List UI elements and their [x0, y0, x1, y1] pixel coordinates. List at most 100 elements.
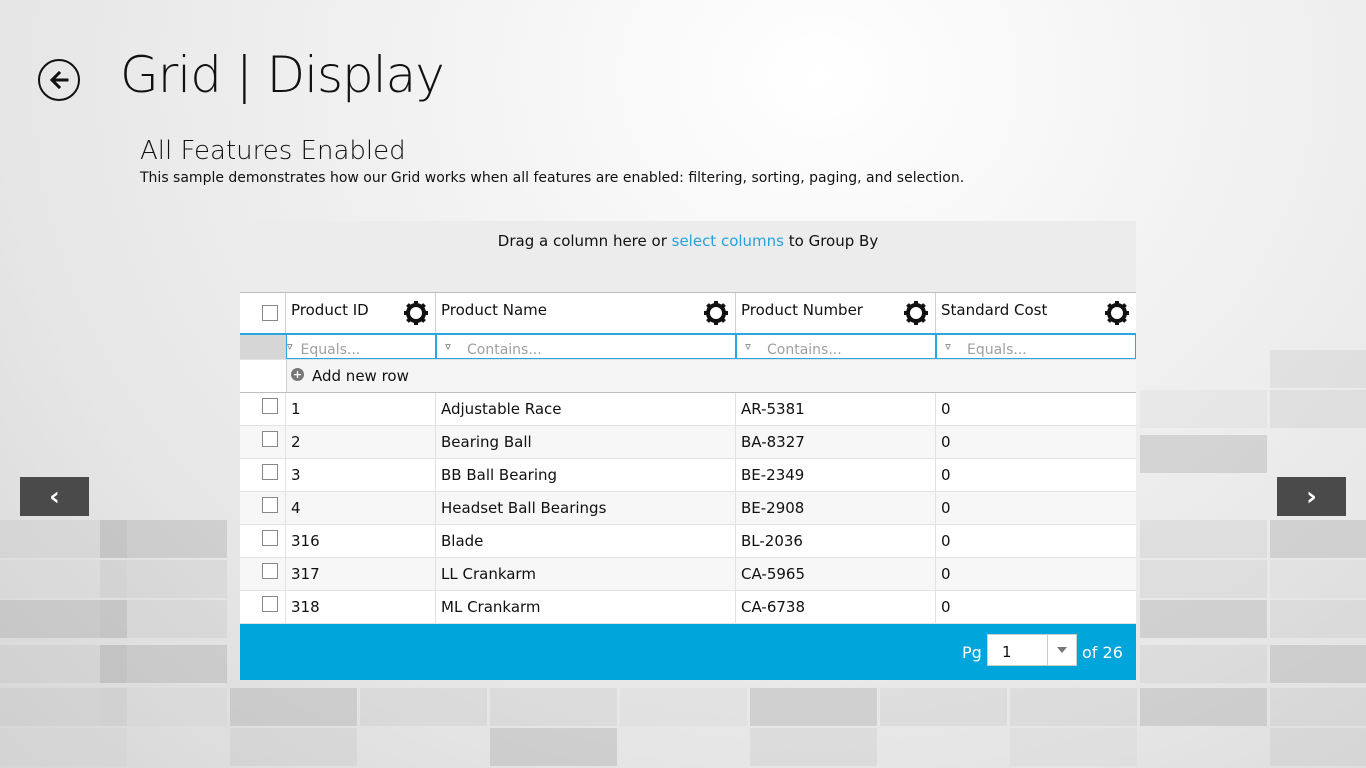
group-by-panel[interactable]: Drag a column here or select columns to … [240, 221, 1136, 293]
page-select[interactable]: 1 [987, 634, 1077, 666]
cell-product-number[interactable]: BE-2908 [736, 492, 936, 524]
cell-product-name[interactable]: Blade [436, 525, 736, 557]
filter-input-product-id[interactable] [292, 341, 451, 358]
row-checkbox[interactable] [262, 563, 278, 579]
add-new-row-button[interactable]: + Add new row [286, 360, 1136, 392]
filter-input-product-name[interactable] [459, 341, 617, 358]
cell-product-name[interactable]: LL Crankarm [436, 558, 736, 590]
plus-circle-icon: + [291, 367, 304, 381]
table-row[interactable]: 3 BB Ball Bearing BE-2349 0 [240, 459, 1136, 492]
cell-product-name[interactable]: ML Crankarm [436, 591, 736, 623]
filter-cell-product-id: ▿ [286, 335, 451, 359]
cell-standard-cost[interactable]: 0 [936, 426, 1136, 458]
page-count: of 26 [1082, 643, 1123, 662]
cell-standard-cost[interactable]: 0 [936, 459, 1136, 491]
pager-bar: Pg 1 of 26 [240, 624, 1136, 680]
chevron-down-icon[interactable] [1047, 635, 1076, 665]
cell-standard-cost[interactable]: 0 [936, 591, 1136, 623]
row-checkbox[interactable] [262, 596, 278, 612]
back-button[interactable] [38, 59, 80, 101]
table-row[interactable]: 2 Bearing Ball BA-8327 0 [240, 426, 1136, 459]
cell-standard-cost[interactable]: 0 [936, 393, 1136, 425]
cell-standard-cost[interactable]: 0 [936, 558, 1136, 590]
column-header-row: Product ID Product Name Product Number S… [240, 293, 1136, 335]
sample-description: This sample demonstrates how our Grid wo… [140, 170, 965, 186]
cell-product-number[interactable]: BA-8327 [736, 426, 936, 458]
cell-product-id[interactable]: 316 [286, 525, 436, 557]
cell-standard-cost[interactable]: 0 [936, 492, 1136, 524]
row-select-cell [240, 393, 286, 425]
cell-product-id[interactable]: 317 [286, 558, 436, 590]
gear-icon[interactable] [703, 300, 729, 326]
table-row[interactable]: 316 Blade BL-2036 0 [240, 525, 1136, 558]
cell-product-name[interactable]: BB Ball Bearing [436, 459, 736, 491]
filter-icon[interactable]: ▿ [737, 340, 759, 353]
back-arrow-icon [49, 70, 69, 90]
filter-cell-standard-cost: ▿ [936, 335, 1136, 359]
cell-product-name[interactable]: Adjustable Race [436, 393, 736, 425]
cell-product-id[interactable]: 3 [286, 459, 436, 491]
select-all-cell [240, 293, 286, 333]
row-checkbox[interactable] [262, 497, 278, 513]
row-select-cell [240, 459, 286, 491]
column-header-product-number[interactable]: Product Number [736, 293, 936, 333]
cell-product-id[interactable]: 2 [286, 426, 436, 458]
gear-icon[interactable] [1104, 300, 1130, 326]
sample-title: All Features Enabled [140, 136, 406, 166]
filter-cell-product-number: ▿ [736, 335, 936, 359]
data-grid: Drag a column here or select columns to … [240, 221, 1136, 680]
cell-product-name[interactable]: Bearing Ball [436, 426, 736, 458]
table-row[interactable]: 318 ML Crankarm CA-6738 0 [240, 591, 1136, 624]
current-page-value[interactable]: 1 [988, 635, 1047, 665]
next-sample-button[interactable]: › [1277, 477, 1346, 516]
group-panel-text-after: to Group By [784, 232, 879, 250]
column-header-label: Product Name [441, 301, 547, 319]
column-header-label: Product Number [741, 301, 863, 319]
cell-product-name[interactable]: Headset Ball Bearings [436, 492, 736, 524]
cell-product-number[interactable]: BL-2036 [736, 525, 936, 557]
add-row-bar: + Add new row [240, 359, 1136, 393]
table-row[interactable]: 1 Adjustable Race AR-5381 0 [240, 393, 1136, 426]
cell-standard-cost[interactable]: 0 [936, 525, 1136, 557]
row-checkbox[interactable] [262, 398, 278, 414]
page-title: Grid | Display [120, 46, 445, 104]
gear-icon[interactable] [403, 300, 429, 326]
table-row[interactable]: 4 Headset Ball Bearings BE-2908 0 [240, 492, 1136, 525]
column-header-label: Standard Cost [941, 301, 1048, 319]
filter-row: ▿ ▿ ▿ ▿ [240, 335, 1136, 359]
filter-cell-product-name: ▿ [436, 335, 736, 359]
row-checkbox[interactable] [262, 530, 278, 546]
previous-sample-button[interactable]: ‹ [20, 477, 89, 516]
filter-icon[interactable]: ▿ [937, 340, 959, 353]
add-row-spacer [240, 360, 286, 392]
page-label: Pg [962, 643, 982, 662]
grid-body: 1 Adjustable Race AR-5381 0 2 Bearing Ba… [240, 393, 1136, 624]
row-select-cell [240, 591, 286, 623]
filter-icon[interactable]: ▿ [437, 340, 459, 353]
row-checkbox[interactable] [262, 431, 278, 447]
gear-icon[interactable] [903, 300, 929, 326]
column-header-product-name[interactable]: Product Name [436, 293, 736, 333]
cell-product-number[interactable]: CA-5965 [736, 558, 936, 590]
column-header-standard-cost[interactable]: Standard Cost [936, 293, 1136, 333]
cell-product-id[interactable]: 318 [286, 591, 436, 623]
add-new-row-label: Add new row [312, 367, 409, 385]
filter-input-product-number[interactable] [759, 341, 917, 358]
cell-product-number[interactable]: CA-6738 [736, 591, 936, 623]
select-all-checkbox[interactable] [262, 305, 278, 321]
filter-input-standard-cost[interactable] [959, 341, 1117, 358]
table-row[interactable]: 317 LL Crankarm CA-5965 0 [240, 558, 1136, 591]
row-select-cell [240, 426, 286, 458]
chevron-right-icon: › [1306, 481, 1317, 512]
cell-product-number[interactable]: BE-2349 [736, 459, 936, 491]
column-header-label: Product ID [291, 301, 369, 319]
row-checkbox[interactable] [262, 464, 278, 480]
select-columns-link[interactable]: select columns [672, 232, 784, 250]
cell-product-number[interactable]: AR-5381 [736, 393, 936, 425]
column-header-product-id[interactable]: Product ID [286, 293, 436, 333]
cell-product-id[interactable]: 1 [286, 393, 436, 425]
row-select-cell [240, 492, 286, 524]
cell-product-id[interactable]: 4 [286, 492, 436, 524]
row-select-cell [240, 525, 286, 557]
group-panel-text-before: Drag a column here or [497, 232, 672, 250]
